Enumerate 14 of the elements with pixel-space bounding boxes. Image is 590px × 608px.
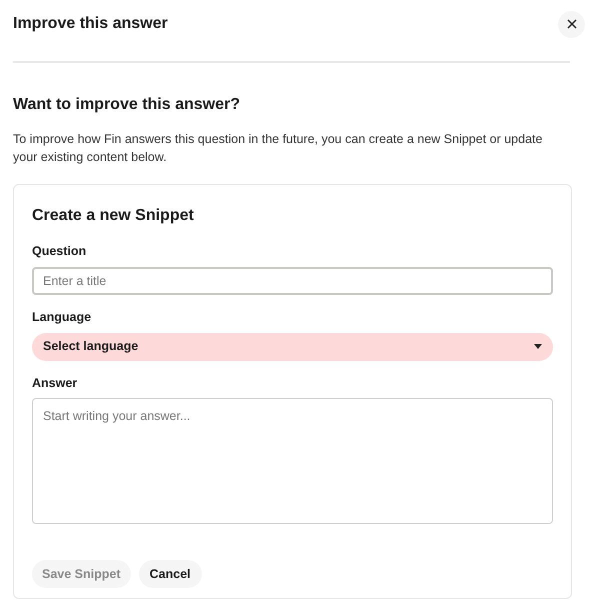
close-button[interactable] [558, 10, 585, 38]
field-label: Answer [32, 374, 78, 392]
answer-textarea[interactable]: Start writing your answer... [32, 398, 553, 524]
card-title: Create a new Snippet [32, 206, 195, 226]
close-icon [566, 19, 576, 29]
cancel-button[interactable]: Cancel [138, 560, 202, 588]
language-select[interactable]: Select language [32, 332, 553, 360]
window-title: Improve this answer [13, 14, 168, 34]
section-heading: Want to improve this answer? [13, 95, 241, 115]
field-label: Question [32, 243, 88, 260]
field-label: Language [32, 308, 92, 326]
intro-paragraph: To improve how Fin answers this question in the future, you can create a new Snippet or update your existing content below. [13, 131, 544, 166]
question-input[interactable]: Enter a title [32, 266, 553, 295]
caret-icon [534, 344, 542, 349]
